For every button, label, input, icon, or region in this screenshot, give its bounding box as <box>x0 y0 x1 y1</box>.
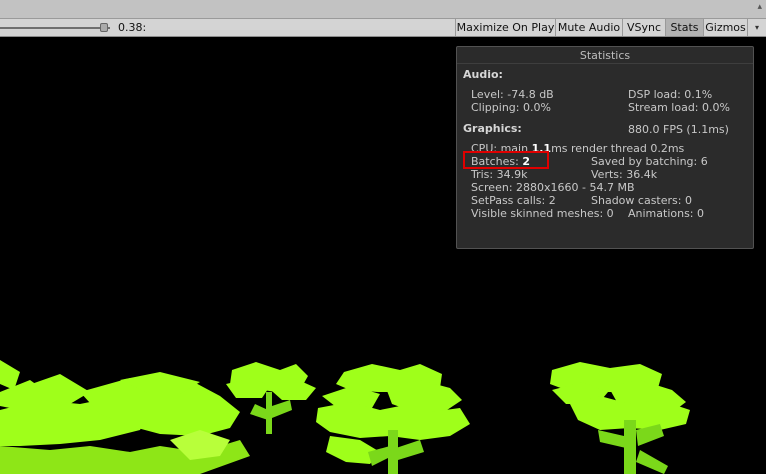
screen-info: Screen: 2880x1660 - 54.7 MB <box>471 181 635 194</box>
shadow-casters: Shadow casters: 0 <box>591 194 692 207</box>
setpass-calls: SetPass calls: 2 <box>471 194 556 207</box>
batches-highlight-box <box>463 151 549 169</box>
scale-slider-thumb[interactable] <box>100 23 108 32</box>
vsync-button[interactable]: VSync <box>622 19 665 36</box>
tris: Tris: 34.9k <box>471 168 528 181</box>
maximize-on-play-button[interactable]: Maximize On Play <box>455 19 555 36</box>
stats-button[interactable]: Stats <box>665 19 703 36</box>
audio-clipping: Clipping: 0.0% <box>471 101 551 114</box>
more-options-icon[interactable]: ▴ <box>757 2 762 12</box>
saved-by-batching: Saved by batching: 6 <box>591 155 708 168</box>
game-view-toolbar: ▴ 0.38: Maximize On Play Mute Audio VSyn… <box>0 0 766 37</box>
scale-slider[interactable] <box>0 27 110 29</box>
audio-header: Audio: <box>463 68 503 81</box>
divider <box>457 63 753 64</box>
animations: Animations: 0 <box>628 207 705 220</box>
audio-level: Level: -74.8 dB <box>471 88 554 101</box>
scale-value: 0.38: <box>118 21 147 34</box>
toolbar-row: 0.38: Maximize On Play Mute Audio VSync … <box>0 18 766 37</box>
dsp-load: DSP load: 0.1% <box>628 88 713 101</box>
stream-load: Stream load: 0.0% <box>628 101 730 114</box>
mute-audio-button[interactable]: Mute Audio <box>555 19 622 36</box>
statistics-panel: Statistics Audio: Level: -74.8 dB DSP lo… <box>456 46 754 249</box>
render-thread-value: ms render thread 0.2ms <box>551 142 685 155</box>
statistics-title: Statistics <box>579 49 631 62</box>
fps-readout: 880.0 FPS (1.1ms) <box>628 123 729 136</box>
verts: Verts: 36.4k <box>591 168 658 181</box>
graphics-header: Graphics: <box>463 122 522 135</box>
tab-strip: ▴ <box>0 0 766 18</box>
gizmos-button[interactable]: Gizmos <box>703 19 747 36</box>
gizmos-dropdown-icon[interactable]: ▾ <box>747 19 766 36</box>
visible-skinned-meshes: Visible skinned meshes: 0 <box>471 207 614 220</box>
